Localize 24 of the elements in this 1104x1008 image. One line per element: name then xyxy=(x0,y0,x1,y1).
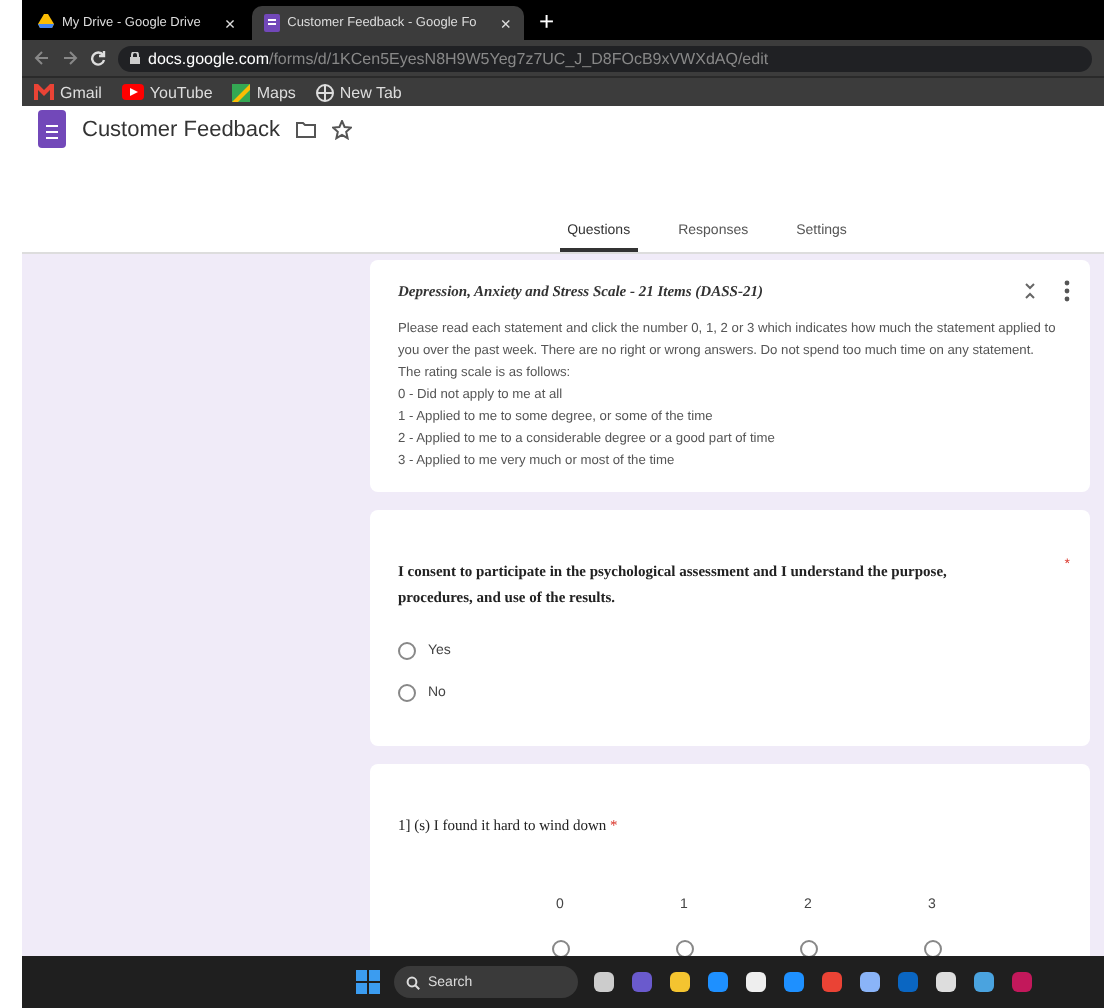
radio-button[interactable] xyxy=(398,642,416,660)
play-icon xyxy=(121,84,144,100)
map-icon xyxy=(232,83,251,101)
start-icon[interactable] xyxy=(356,970,380,994)
form-title: Customer Feedback xyxy=(82,118,281,142)
close-tab-button[interactable]: × xyxy=(500,13,512,33)
bookmark-link[interactable]: New Tab xyxy=(315,83,402,101)
radio-button[interactable] xyxy=(398,684,416,702)
search-icon xyxy=(406,975,420,989)
drive-icon xyxy=(38,14,54,32)
bookmark-link[interactable]: Maps xyxy=(232,83,296,101)
collapse-icon[interactable] xyxy=(1024,282,1036,300)
close-tab-button[interactable]: × xyxy=(224,13,236,33)
new-tab-button[interactable]: + xyxy=(527,6,567,40)
address-bar[interactable]: docs.google.com/forms/d/1KCen5EyesN8H9W5Yeg7z7UC_J_D8FOcB9xVWXdAQ/edit xyxy=(118,45,1092,71)
bookmark-link[interactable]: Gmail xyxy=(34,83,102,101)
forms-icon xyxy=(263,14,280,32)
forward-arrow-icon[interactable] xyxy=(62,50,78,66)
star-icon[interactable] xyxy=(332,120,353,140)
bookmark-link[interactable]: YouTube xyxy=(121,83,213,101)
more-options-icon[interactable] xyxy=(1064,280,1070,302)
lock-icon xyxy=(130,52,140,64)
reload-icon[interactable] xyxy=(90,50,106,66)
back-arrow-icon[interactable] xyxy=(34,50,50,66)
